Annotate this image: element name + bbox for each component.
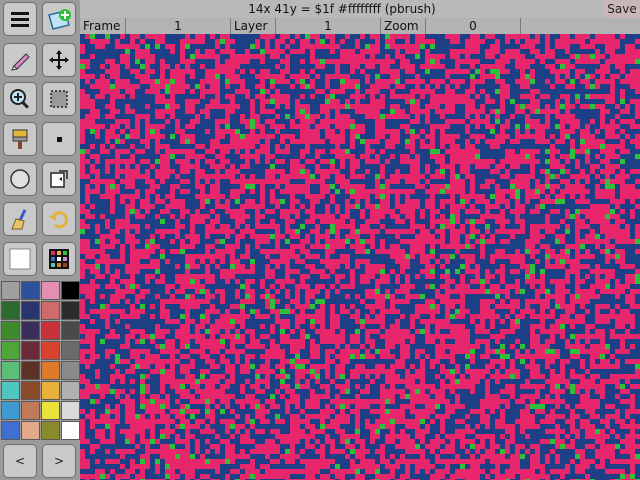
frame-value[interactable]: 1: [125, 18, 230, 34]
palette-swatch[interactable]: [21, 301, 40, 320]
palette-swatch[interactable]: [61, 421, 80, 440]
paintbrush-icon: [12, 129, 28, 149]
palette-swatch[interactable]: [21, 421, 40, 440]
palette-swatch[interactable]: [61, 401, 80, 420]
palette-swatch[interactable]: [41, 321, 60, 340]
palette-swatch[interactable]: [1, 401, 20, 420]
palette-swatch[interactable]: [41, 281, 60, 300]
palette-swatch[interactable]: [1, 361, 20, 380]
move-icon: [49, 50, 69, 70]
palette-swatch[interactable]: [1, 281, 20, 300]
canvas-pixels: [80, 34, 640, 480]
palette-swatch[interactable]: [1, 301, 20, 320]
broom-icon: [11, 209, 27, 230]
palette-swatch[interactable]: [41, 361, 60, 380]
palette-swatch[interactable]: [21, 321, 40, 340]
new-layer-button[interactable]: [42, 2, 76, 36]
palette-swatch[interactable]: [61, 361, 80, 380]
layer-value[interactable]: 1: [275, 18, 380, 34]
palette-swatch[interactable]: [61, 321, 80, 340]
status-bar: 14x 41y = $1f #ffffffff (pbrush): [80, 0, 604, 18]
dot-tool-button[interactable]: [42, 122, 76, 156]
circle-icon: [10, 169, 30, 189]
palette-swatch[interactable]: [21, 341, 40, 360]
pen-icon: [11, 53, 30, 71]
tool-panel: < >: [0, 0, 80, 480]
zoom-icon: [10, 89, 29, 109]
palette-swatch[interactable]: [61, 341, 80, 360]
menu-icon: [11, 12, 29, 27]
circle-tool-button[interactable]: [3, 162, 37, 196]
copy-tool-button[interactable]: [42, 162, 76, 196]
save-button[interactable]: Save: [604, 0, 640, 18]
zoom-tool-button[interactable]: [3, 82, 37, 116]
palette-swatch[interactable]: [61, 281, 80, 300]
palette-swatch[interactable]: [41, 401, 60, 420]
copy-icon: [50, 170, 68, 188]
current-color-icon: [9, 248, 31, 270]
palette-swatch[interactable]: [21, 281, 40, 300]
menu-button[interactable]: [3, 2, 37, 36]
palette-swatch[interactable]: [21, 361, 40, 380]
layer-label: Layer: [230, 18, 275, 34]
palette-editor-button[interactable]: [42, 242, 76, 276]
pen-tool-button[interactable]: [3, 43, 37, 77]
color-palette: [0, 280, 80, 440]
move-tool-button[interactable]: [42, 43, 76, 77]
zoom-label: Zoom: [380, 18, 425, 34]
broom-tool-button[interactable]: [3, 202, 37, 236]
current-color-button[interactable]: [3, 242, 37, 276]
palette-swatch[interactable]: [41, 341, 60, 360]
palette-swatch[interactable]: [41, 381, 60, 400]
undo-icon: [49, 211, 68, 229]
undo-button[interactable]: [42, 202, 76, 236]
palette-swatch[interactable]: [21, 381, 40, 400]
dot-icon: [57, 137, 62, 142]
frame-layer-zoom-bar: Frame 1 Layer 1 Zoom 0: [80, 18, 640, 34]
palette-swatch[interactable]: [1, 421, 20, 440]
palette-swatch[interactable]: [61, 301, 80, 320]
next-palette-button[interactable]: >: [42, 444, 76, 478]
drawing-canvas[interactable]: [80, 34, 640, 480]
new-layer-icon: [48, 9, 71, 30]
frame-label: Frame: [83, 19, 121, 33]
palette-swatch[interactable]: [41, 421, 60, 440]
palette-swatch[interactable]: [41, 301, 60, 320]
prev-palette-button[interactable]: <: [3, 444, 37, 478]
selection-icon: [50, 90, 68, 108]
paintbrush-tool-button[interactable]: [3, 122, 37, 156]
palette-swatch[interactable]: [61, 381, 80, 400]
zoom-value[interactable]: 0: [425, 18, 520, 34]
palette-swatch[interactable]: [1, 381, 20, 400]
palette-icon: [49, 249, 69, 269]
palette-swatch[interactable]: [1, 321, 20, 340]
palette-swatch[interactable]: [21, 401, 40, 420]
palette-swatch[interactable]: [1, 341, 20, 360]
selection-tool-button[interactable]: [42, 82, 76, 116]
info-spacer: [520, 18, 640, 34]
